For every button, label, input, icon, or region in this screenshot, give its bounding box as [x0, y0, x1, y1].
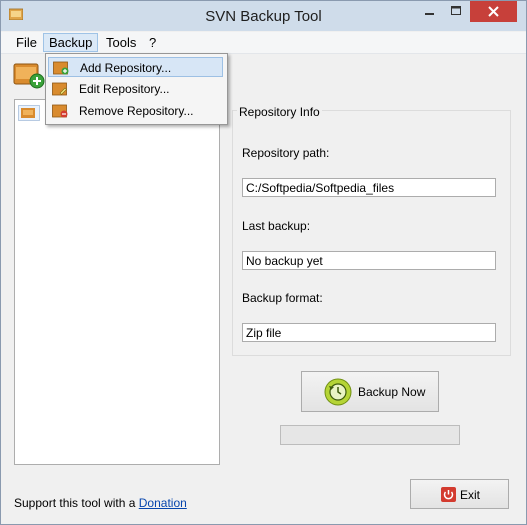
close-button[interactable]: [470, 1, 517, 22]
repository-path-field[interactable]: C:/Softpedia/Softpedia_files: [242, 178, 496, 197]
minimize-button[interactable]: [415, 1, 443, 22]
menu-help[interactable]: ?: [144, 34, 161, 51]
backup-progress-bar: [280, 425, 460, 445]
exit-label: Exit: [460, 488, 481, 502]
menu-bar: File Backup Tools ?: [1, 32, 526, 54]
edit-repository-icon: [52, 82, 67, 96]
close-icon: [488, 6, 499, 17]
app-window: SVN Backup Tool File Backup Tools ? Repo…: [0, 0, 527, 525]
menu-file[interactable]: File: [11, 34, 42, 51]
menu-edit-repository-label: Edit Repository...: [79, 82, 170, 96]
last-backup-field[interactable]: No backup yet: [242, 251, 496, 270]
menu-edit-repository[interactable]: Edit Repository...: [48, 79, 223, 99]
backup-clock-icon: [324, 378, 352, 406]
donation-link[interactable]: Donation: [139, 496, 187, 510]
menu-backup[interactable]: Backup: [43, 33, 99, 52]
power-icon: [441, 487, 456, 502]
maximize-button[interactable]: [443, 1, 469, 22]
maximize-icon: [451, 6, 461, 15]
last-backup-label: Last backup:: [242, 219, 311, 233]
remove-repository-icon: [52, 104, 68, 118]
menu-add-repository[interactable]: Add Repository...: [48, 57, 223, 77]
backup-format-field[interactable]: Zip file: [242, 323, 496, 342]
backup-now-label: Backup Now: [358, 385, 426, 399]
minimize-icon: [425, 13, 434, 15]
repository-path-label: Repository path:: [242, 146, 330, 160]
menu-tools[interactable]: Tools: [101, 34, 141, 51]
repository-node-icon[interactable]: [18, 105, 40, 121]
add-repository-icon[interactable]: [13, 61, 45, 89]
backup-menu-dropdown: Add Repository... Edit Repository... Rem…: [45, 53, 228, 125]
backup-format-label: Backup format:: [242, 291, 323, 305]
add-repository-icon: [53, 61, 69, 75]
backup-now-button[interactable]: Backup Now: [301, 371, 439, 412]
menu-remove-repository-label: Remove Repository...: [79, 104, 194, 118]
support-label: Support this tool with a: [14, 496, 136, 510]
title-bar[interactable]: SVN Backup Tool: [1, 1, 526, 31]
menu-remove-repository[interactable]: Remove Repository...: [48, 101, 223, 121]
repository-info-title: Repository Info: [237, 105, 322, 119]
menu-add-repository-label: Add Repository...: [80, 61, 172, 75]
exit-button[interactable]: Exit: [410, 479, 509, 509]
repository-tree[interactable]: [14, 99, 220, 465]
support-text: Support this tool with a Donation: [14, 496, 187, 510]
